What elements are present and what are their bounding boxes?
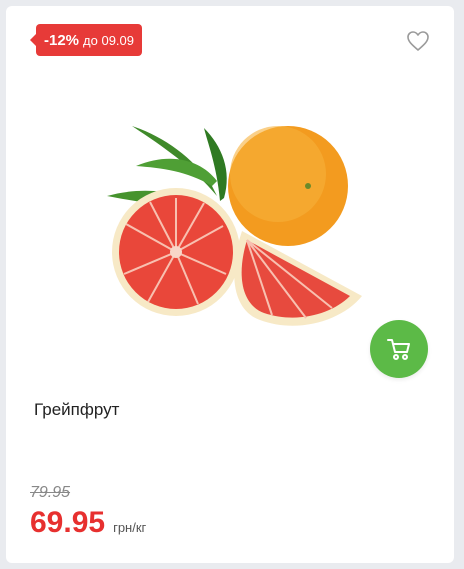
- discount-badge: -12% до 09.09: [30, 24, 142, 56]
- product-image[interactable]: [92, 106, 372, 346]
- heart-icon: [407, 31, 429, 51]
- price-unit: грн/кг: [113, 520, 147, 535]
- discount-until: до 09.09: [83, 32, 134, 48]
- cart-icon: [387, 339, 410, 360]
- add-to-cart-button[interactable]: [370, 320, 428, 378]
- favorite-button[interactable]: [406, 30, 430, 52]
- price-row: 69.95 грн/кг: [30, 506, 146, 540]
- discount-percent: -12%: [44, 31, 80, 49]
- current-price: 69.95: [30, 506, 106, 539]
- product-card[interactable]: -12% до 09.09 Грейпфрут 79.95 69.95 грн/…: [6, 6, 454, 563]
- old-price: 79.95: [30, 484, 71, 501]
- product-name[interactable]: Грейпфрут: [34, 400, 119, 420]
